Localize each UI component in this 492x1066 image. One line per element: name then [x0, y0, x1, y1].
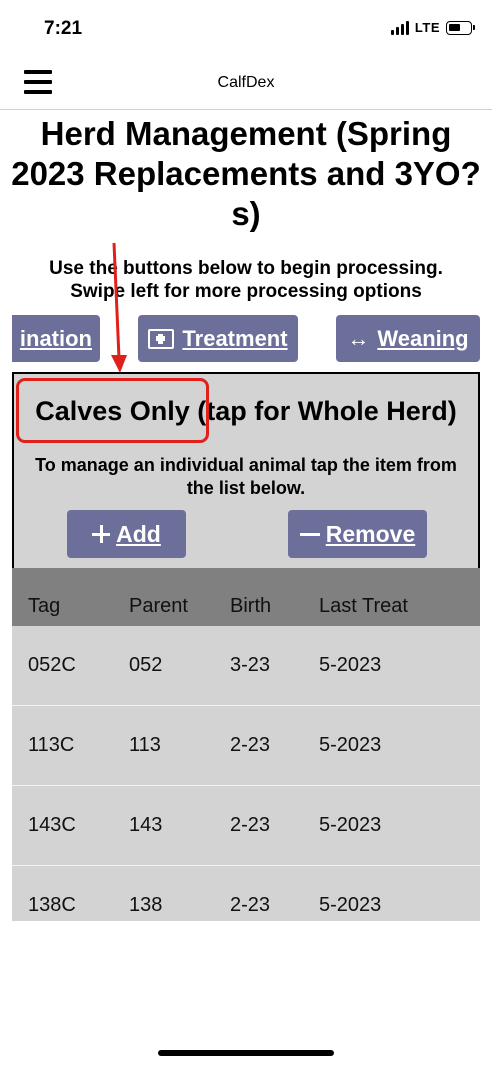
column-header-last-treat: Last Treat — [319, 595, 408, 617]
cell-birth: 2-23 — [230, 894, 271, 916]
instructions-line-2: Swipe left for more processing options — [70, 281, 422, 302]
status-bar: 7:21 LTE — [0, 0, 492, 58]
cell-birth: 2-23 — [230, 734, 271, 756]
cell-tag: 143C — [28, 814, 76, 836]
cell-tag: 113C — [28, 734, 75, 756]
page-title: Herd Management (Spring 2023 Replacement… — [11, 115, 481, 232]
instructions: Use the buttons below to begin processin… — [10, 257, 482, 303]
animal-table: Tag Parent Birth Last Treat 052C 052 3-2… — [12, 568, 480, 921]
cell-parent: 052 — [129, 654, 163, 676]
cell-last-treat: 5-2023 — [319, 734, 382, 756]
home-indicator[interactable] — [158, 1050, 334, 1056]
table-row[interactable]: 138C 138 2-23 5-2023 — [12, 866, 480, 921]
annotation-highlight-box — [16, 378, 209, 443]
treatment-button[interactable]: Treatment — [138, 315, 298, 362]
signal-strength-icon — [390, 20, 409, 35]
instructions-line-1: Use the buttons below to begin processin… — [49, 258, 443, 279]
app-title: CalfDex — [217, 74, 275, 91]
status-time: 7:21 — [44, 18, 83, 39]
column-header-tag: Tag — [28, 595, 61, 617]
medical-kit-icon — [148, 328, 175, 349]
add-button-label: Add — [116, 520, 161, 547]
status-indicators: LTE — [390, 20, 475, 35]
minus-icon — [299, 532, 320, 536]
plus-icon — [92, 525, 111, 543]
cell-parent: 113 — [129, 734, 161, 756]
remove-button[interactable]: Remove — [288, 510, 427, 558]
panel-hint: To manage an individual animal tap the i… — [35, 455, 457, 498]
cell-birth: 3-23 — [230, 654, 271, 676]
nav-bar: CalfDex — [0, 58, 492, 110]
cell-last-treat: 5-2023 — [319, 654, 382, 676]
network-type-label: LTE — [414, 20, 440, 35]
column-header-birth: Birth — [230, 595, 272, 617]
vaccination-button-label: ination — [19, 325, 92, 351]
cell-birth: 2-23 — [230, 814, 271, 836]
battery-icon — [446, 20, 475, 35]
add-button[interactable]: Add — [67, 510, 186, 558]
cell-tag: 138C — [28, 894, 76, 916]
cell-tag: 052C — [28, 654, 76, 676]
vaccination-button[interactable]: ination — [12, 315, 100, 362]
cell-last-treat: 5-2023 — [319, 814, 382, 836]
treatment-button-label: Treatment — [182, 325, 288, 351]
weaning-button[interactable]: ↔ Weaning — [336, 315, 480, 362]
remove-button-label: Remove — [325, 520, 416, 547]
table-row[interactable]: 052C 052 3-23 5-2023 — [12, 626, 480, 706]
weaning-button-label: Weaning — [377, 325, 469, 351]
cell-last-treat: 5-2023 — [319, 894, 382, 916]
table-row[interactable]: 143C 143 2-23 5-2023 — [12, 786, 480, 866]
cell-parent: 143 — [129, 814, 163, 836]
cell-parent: 138 — [129, 894, 163, 916]
left-right-arrow-icon: ↔ — [347, 325, 370, 351]
table-row[interactable]: 113C 113 2-23 5-2023 — [12, 706, 480, 786]
table-header: Tag Parent Birth Last Treat — [12, 568, 480, 626]
column-header-parent: Parent — [129, 595, 188, 617]
